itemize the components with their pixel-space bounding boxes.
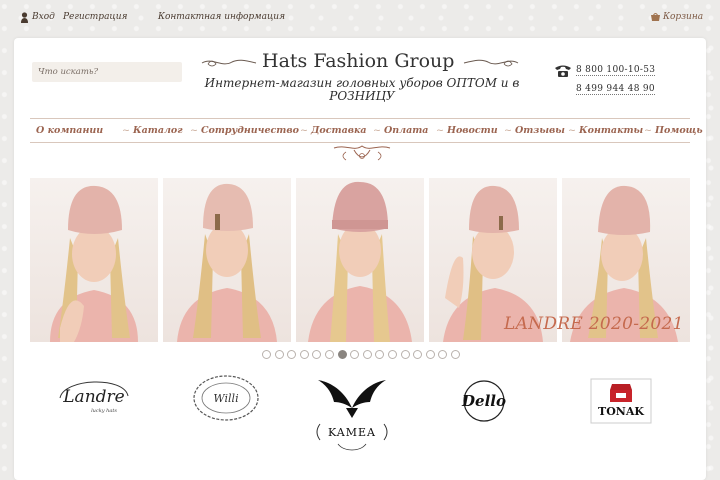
nav-separator-icon: ~ — [300, 125, 308, 136]
brand-logo-landre[interactable]: Landre lucky hats — [54, 374, 134, 420]
nav-separator-icon: ~ — [190, 125, 198, 136]
nav-separator-icon: ~ — [122, 125, 130, 136]
nav-item-payment[interactable]: ~ Оплата — [373, 125, 428, 136]
user-icon — [21, 12, 28, 23]
nav-item-about[interactable]: О компании — [36, 125, 103, 136]
brand-landre-tagline: lucky hats — [91, 408, 117, 414]
search-input[interactable] — [32, 62, 182, 82]
main-card: Hats Fashion Group Интернет-магазин голо… — [14, 38, 706, 480]
nav-separator-icon: ~ — [644, 125, 652, 136]
slider-dot[interactable] — [299, 350, 309, 359]
slider-dot[interactable] — [325, 350, 334, 359]
slider-dot[interactable] — [413, 350, 423, 359]
brand-tonak-name: TONAK — [598, 405, 644, 418]
brand-kamea-name: KAMEA — [328, 426, 376, 439]
slider-dot[interactable] — [375, 350, 385, 359]
slider-dot[interactable] — [262, 350, 271, 359]
cart-icon[interactable] — [650, 12, 661, 22]
slide-image — [296, 178, 424, 342]
brand-dello-name: Dello — [461, 392, 506, 410]
slider-dot[interactable] — [388, 350, 397, 359]
nav-separator-icon: ~ — [436, 125, 444, 136]
phone-number-1[interactable]: 8 800 100-10-53 — [576, 65, 656, 76]
phone-number-2[interactable]: 8 499 944 48 90 — [576, 84, 655, 95]
nav-item-reviews[interactable]: ~ Отзывы — [504, 125, 565, 136]
nav-separator-icon: ~ — [373, 125, 381, 136]
slider-dot[interactable] — [337, 350, 347, 359]
slide-caption: LANDRE 2020-2021 — [504, 314, 684, 334]
slider-dot[interactable] — [350, 350, 360, 359]
right-flourish-icon — [463, 59, 519, 67]
nav-item-help[interactable]: ~ Помощь — [644, 125, 703, 136]
nav-separator-icon: ~ — [568, 125, 576, 136]
nav-item-cooperation[interactable]: ~ Сотрудничество — [190, 125, 299, 136]
cart-link[interactable]: Корзина — [663, 12, 703, 22]
register-link[interactable]: Регистрация — [63, 12, 127, 22]
ornament-icon — [333, 145, 391, 161]
slide-image — [30, 178, 158, 342]
slider-dot[interactable] — [438, 350, 448, 359]
phone-icon — [555, 65, 571, 77]
main-nav: О компании ~ Каталог ~ Сотрудничество ~ Дос… — [30, 122, 703, 140]
slider-dot[interactable] — [425, 350, 435, 359]
brand-logo-willi[interactable]: Willi — [190, 372, 262, 424]
left-flourish-icon — [201, 59, 257, 67]
nav-item-catalog[interactable]: ~ Каталог — [122, 125, 183, 136]
slider-dot[interactable] — [274, 350, 284, 359]
login-link[interactable]: Вход — [32, 12, 55, 22]
brand-willi-name: Willi — [213, 392, 238, 405]
slide-image — [163, 178, 291, 342]
brand-logo-dello[interactable]: Dello — [448, 376, 520, 426]
slider-dot[interactable] — [451, 350, 460, 359]
nav-separator-icon: ~ — [504, 125, 512, 136]
slider-dot[interactable] — [400, 350, 410, 359]
contact-info-link[interactable]: Контактная информация — [158, 12, 285, 22]
nav-item-contacts[interactable]: ~ Контакты — [568, 125, 643, 136]
nav-item-news[interactable]: ~ Новости — [436, 125, 498, 136]
nav-top-divider — [30, 118, 690, 119]
top-bar: Вход Регистрация Контактная информация К… — [0, 0, 720, 36]
slider-dot[interactable] — [287, 350, 297, 359]
brand-logo-kamea[interactable]: KAMEA — [310, 372, 394, 464]
slider-dot[interactable] — [312, 350, 322, 359]
brand-logo-tonak[interactable]: TONAK — [590, 378, 652, 424]
site-subtitle: Интернет-магазин головных уборов ОПТОМ и… — [204, 76, 520, 103]
nav-item-delivery[interactable]: ~ Доставка — [300, 125, 367, 136]
site-title: Hats Fashion Group — [262, 50, 455, 72]
brand-landre-name: Landre — [62, 387, 124, 407]
slider-dot[interactable] — [362, 350, 372, 359]
